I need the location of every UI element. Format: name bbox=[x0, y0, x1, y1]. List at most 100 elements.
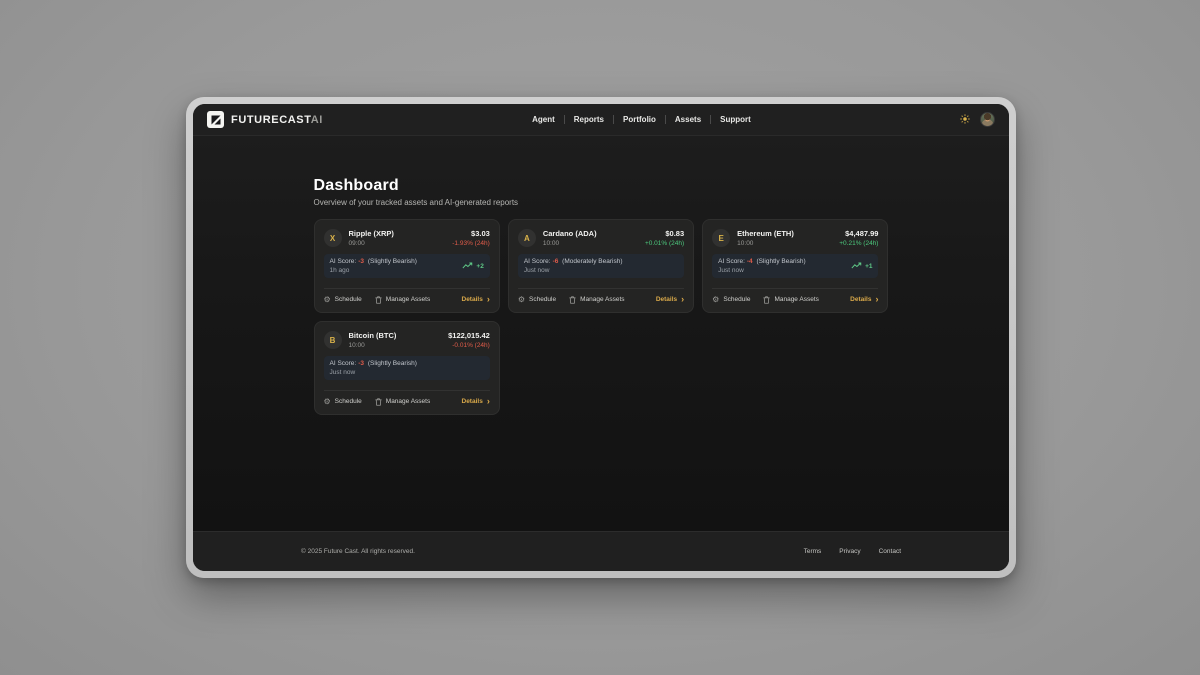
chevron-right-icon: › bbox=[487, 295, 490, 304]
ai-score-value: -3 bbox=[356, 258, 366, 265]
coin-initial-badge: B bbox=[324, 331, 342, 349]
top-navigation-bar: FUTURECASTAI Agent Reports Portfolio Ass… bbox=[193, 104, 1009, 136]
asset-name: Ripple (XRP) bbox=[349, 229, 453, 238]
asset-card-bitcoin[interactable]: B Bitcoin (BTC) 10:00 $122,015.42 -0.01%… bbox=[314, 321, 500, 415]
schedule-button[interactable]: ⚙ Schedule bbox=[518, 296, 556, 304]
asset-time: 10:00 bbox=[737, 240, 839, 247]
main-content: Dashboard Overview of your tracked asset… bbox=[193, 136, 1009, 531]
schedule-button[interactable]: ⚙ Schedule bbox=[712, 296, 750, 304]
details-button[interactable]: Details › bbox=[462, 295, 490, 304]
manage-assets-button[interactable]: Manage Assets bbox=[569, 296, 624, 304]
ai-score-panel: AI Score:-6 (Moderately Bearish) Just no… bbox=[518, 254, 684, 278]
ai-updated-time: 1h ago bbox=[330, 267, 417, 274]
nav-item-reports[interactable]: Reports bbox=[565, 112, 613, 127]
asset-price: $4,487.99 bbox=[839, 229, 878, 238]
app-screen: FUTURECASTAI Agent Reports Portfolio Ass… bbox=[193, 104, 1009, 571]
asset-change: -0.01% (24h) bbox=[448, 342, 490, 349]
brand-name: FUTURECASTAI bbox=[231, 114, 323, 126]
page-footer: © 2025 Future Cast. All rights reserved.… bbox=[193, 531, 1009, 571]
asset-cards-grid: X Ripple (XRP) 09:00 $3.03 -1.93% (24h) bbox=[314, 219, 889, 415]
footer-link-terms[interactable]: Terms bbox=[804, 548, 822, 555]
trend-badge: +2 bbox=[462, 262, 483, 271]
ai-score-value: -4 bbox=[745, 258, 755, 265]
app-window: FUTURECASTAI Agent Reports Portfolio Ass… bbox=[186, 97, 1016, 578]
trending-up-icon bbox=[462, 262, 473, 271]
footer-link-contact[interactable]: Contact bbox=[879, 548, 901, 555]
details-button[interactable]: Details › bbox=[656, 295, 684, 304]
asset-time: 09:00 bbox=[349, 240, 453, 247]
nav-item-assets[interactable]: Assets bbox=[666, 112, 710, 127]
ai-score-value: -3 bbox=[356, 360, 366, 367]
coin-initial-badge: X bbox=[324, 229, 342, 247]
brand-logo[interactable]: FUTURECASTAI bbox=[207, 111, 323, 128]
schedule-button[interactable]: ⚙ Schedule bbox=[324, 398, 362, 406]
asset-change: +0.21% (24h) bbox=[839, 240, 878, 247]
asset-time: 10:00 bbox=[349, 342, 449, 349]
asset-card-cardano[interactable]: A Cardano (ADA) 10:00 $0.83 +0.01% (24h) bbox=[508, 219, 694, 313]
trending-up-icon bbox=[851, 262, 862, 271]
footer-link-privacy[interactable]: Privacy bbox=[839, 548, 860, 555]
nav-item-support[interactable]: Support bbox=[711, 112, 760, 127]
asset-card-ethereum[interactable]: E Ethereum (ETH) 10:00 $4,487.99 +0.21% … bbox=[702, 219, 888, 313]
ai-updated-time: Just now bbox=[330, 369, 417, 376]
user-avatar[interactable] bbox=[980, 112, 995, 127]
asset-price: $3.03 bbox=[452, 229, 490, 238]
page-subtitle: Overview of your tracked assets and AI-g… bbox=[314, 198, 889, 207]
trash-icon bbox=[375, 398, 382, 406]
topbar-right-actions bbox=[960, 112, 995, 127]
manage-assets-button[interactable]: Manage Assets bbox=[375, 398, 430, 406]
asset-price: $0.83 bbox=[645, 229, 684, 238]
ai-score-line: AI Score:-4 (Slightly Bearish) bbox=[718, 258, 805, 265]
chevron-right-icon: › bbox=[681, 295, 684, 304]
card-header: E Ethereum (ETH) 10:00 $4,487.99 +0.21% … bbox=[712, 229, 878, 247]
ai-updated-time: Just now bbox=[524, 267, 623, 274]
manage-assets-button[interactable]: Manage Assets bbox=[375, 296, 430, 304]
sun-icon bbox=[960, 112, 970, 127]
schedule-button[interactable]: ⚙ Schedule bbox=[324, 296, 362, 304]
chevron-right-icon: › bbox=[875, 295, 878, 304]
ai-score-panel: AI Score:-4 (Slightly Bearish) Just now … bbox=[712, 254, 878, 278]
trash-icon bbox=[569, 296, 576, 304]
ai-score-panel: AI Score:-3 (Slightly Bearish) 1h ago +2 bbox=[324, 254, 490, 278]
footer-links: Terms Privacy Contact bbox=[804, 548, 901, 555]
manage-assets-button[interactable]: Manage Assets bbox=[763, 296, 818, 304]
details-button[interactable]: Details › bbox=[462, 397, 490, 406]
trash-icon bbox=[763, 296, 770, 304]
nav-item-portfolio[interactable]: Portfolio bbox=[614, 112, 665, 127]
theme-toggle-button[interactable] bbox=[960, 112, 970, 127]
asset-card-ripple[interactable]: X Ripple (XRP) 09:00 $3.03 -1.93% (24h) bbox=[314, 219, 500, 313]
ai-score-line: AI Score:-3 (Slightly Bearish) bbox=[330, 360, 417, 367]
brand-suffix: AI bbox=[311, 114, 323, 126]
card-header: B Bitcoin (BTC) 10:00 $122,015.42 -0.01%… bbox=[324, 331, 490, 349]
card-actions: ⚙ Schedule Manage Assets bbox=[324, 288, 490, 304]
ai-updated-time: Just now bbox=[718, 267, 805, 274]
card-header: A Cardano (ADA) 10:00 $0.83 +0.01% (24h) bbox=[518, 229, 684, 247]
nav-item-agent[interactable]: Agent bbox=[523, 112, 564, 127]
asset-change: +0.01% (24h) bbox=[645, 240, 684, 247]
coin-initial-badge: A bbox=[518, 229, 536, 247]
asset-name: Bitcoin (BTC) bbox=[349, 331, 449, 340]
ai-score-line: AI Score:-3 (Slightly Bearish) bbox=[330, 258, 417, 265]
card-actions: ⚙ Schedule Manage Assets bbox=[324, 390, 490, 406]
gear-icon: ⚙ bbox=[324, 296, 331, 304]
asset-change: -1.93% (24h) bbox=[452, 240, 490, 247]
card-actions: ⚙ Schedule Manage Assets bbox=[712, 288, 878, 304]
ai-score-panel: AI Score:-3 (Slightly Bearish) Just now bbox=[324, 356, 490, 380]
card-header: X Ripple (XRP) 09:00 $3.03 -1.93% (24h) bbox=[324, 229, 490, 247]
coin-initial-badge: E bbox=[712, 229, 730, 247]
ai-score-value: -6 bbox=[551, 258, 561, 265]
trend-badge: +1 bbox=[851, 262, 872, 271]
gear-icon: ⚙ bbox=[518, 296, 525, 304]
asset-name: Cardano (ADA) bbox=[543, 229, 645, 238]
details-button[interactable]: Details › bbox=[850, 295, 878, 304]
asset-time: 10:00 bbox=[543, 240, 645, 247]
futurecast-logo-icon bbox=[207, 111, 224, 128]
asset-name: Ethereum (ETH) bbox=[737, 229, 839, 238]
main-nav: Agent Reports Portfolio Assets Support bbox=[323, 112, 960, 127]
gear-icon: ⚙ bbox=[712, 296, 719, 304]
gear-icon: ⚙ bbox=[324, 398, 331, 406]
card-actions: ⚙ Schedule Manage Assets bbox=[518, 288, 684, 304]
copyright-text: © 2025 Future Cast. All rights reserved. bbox=[301, 548, 415, 555]
ai-score-line: AI Score:-6 (Moderately Bearish) bbox=[524, 258, 623, 265]
trash-icon bbox=[375, 296, 382, 304]
